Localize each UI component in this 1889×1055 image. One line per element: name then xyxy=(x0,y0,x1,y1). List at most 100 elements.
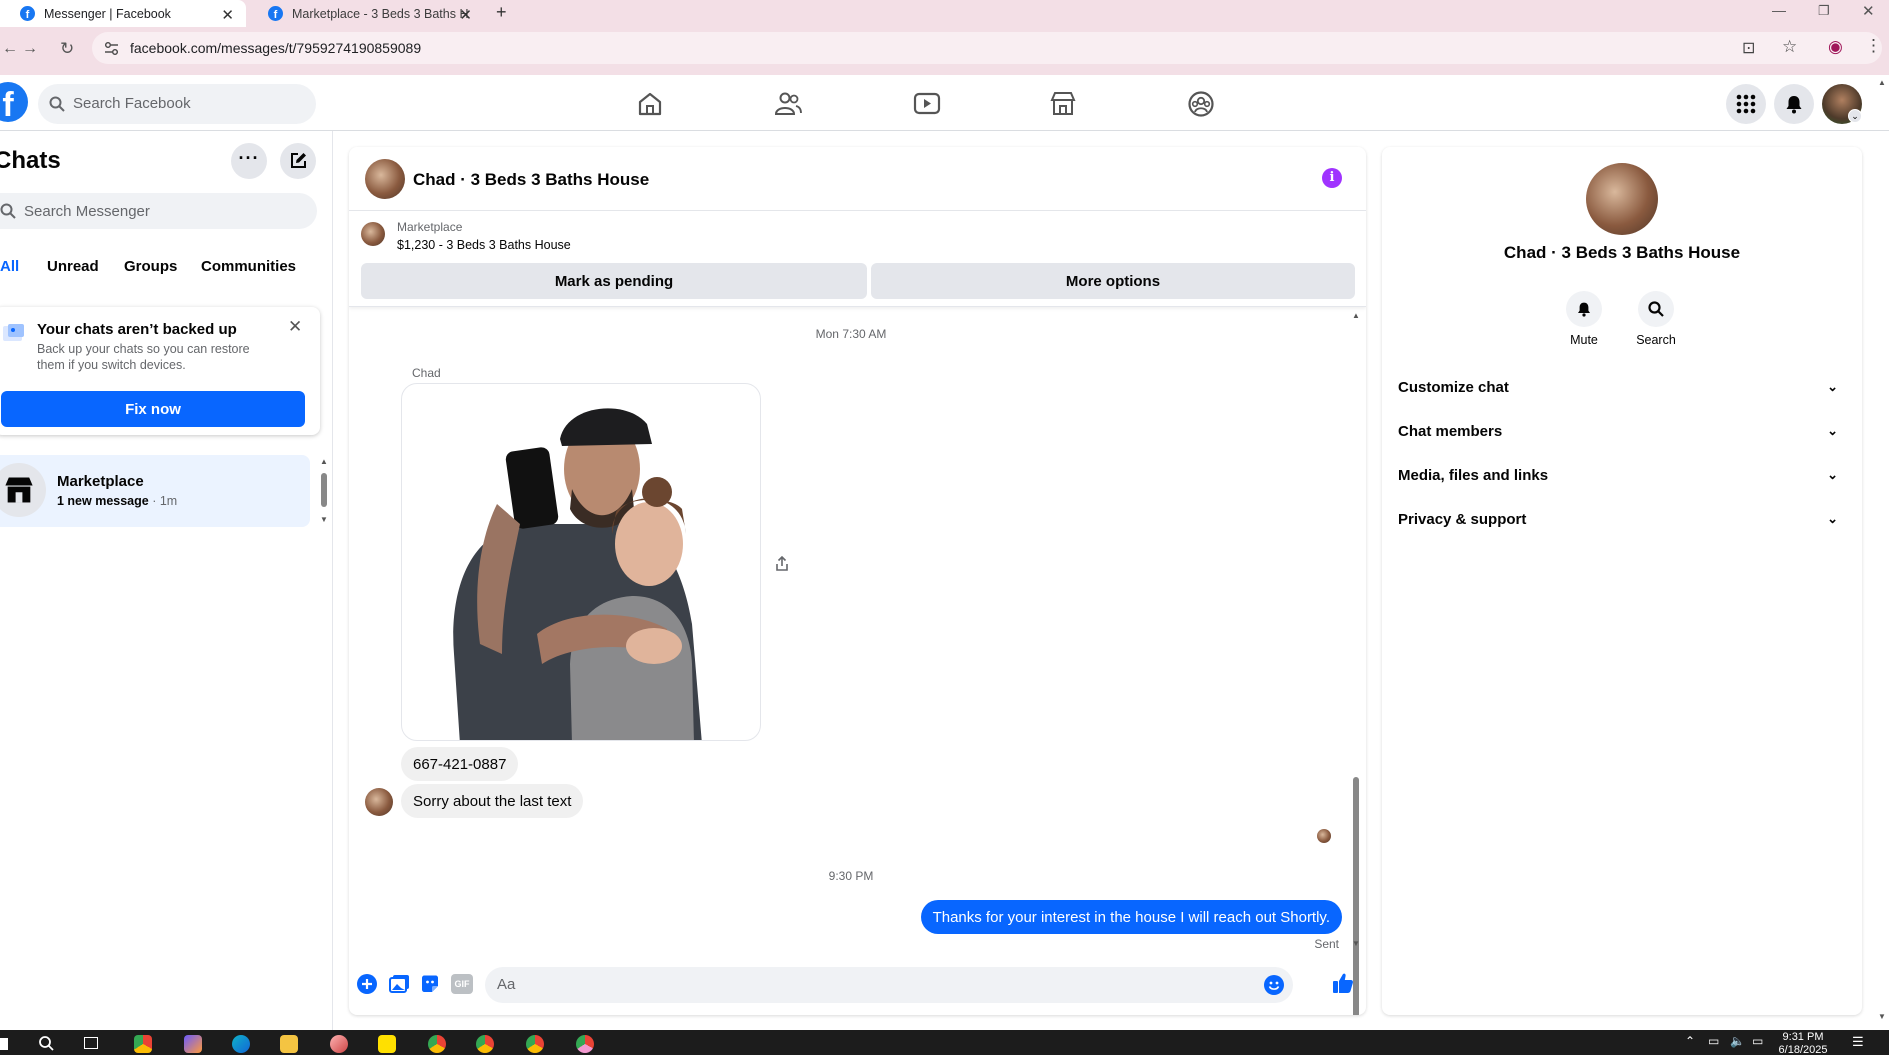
sticky-notes-icon[interactable] xyxy=(378,1035,396,1053)
chrome-taskbar-icon[interactable] xyxy=(526,1035,544,1053)
fix-now-button[interactable]: Fix now xyxy=(1,391,305,427)
filter-communities[interactable]: Communities xyxy=(201,258,296,275)
file-explorer-icon[interactable] xyxy=(280,1035,298,1053)
message-bubble-incoming[interactable]: Sorry about the last text xyxy=(401,784,584,818)
home-icon[interactable] xyxy=(635,89,665,119)
facebook-logo[interactable]: f xyxy=(0,82,28,122)
close-icon[interactable]: ✕ xyxy=(288,317,302,337)
video-icon[interactable] xyxy=(912,89,942,119)
tray-overflow-icon[interactable]: ⌃ xyxy=(1685,1034,1695,1048)
sidebar-scrollbar[interactable]: ▲ ▼ xyxy=(320,457,328,527)
close-tab-icon[interactable]: ✕ xyxy=(459,6,472,24)
message-placeholder: Aa xyxy=(497,976,516,993)
chevron-down-icon[interactable]: ⌄ xyxy=(1848,109,1862,123)
network-icon[interactable]: ▭ xyxy=(1752,1034,1763,1048)
section-label: Privacy & support xyxy=(1398,510,1527,528)
notification-center-icon[interactable]: ☰ xyxy=(1852,1034,1864,1050)
meet-icon[interactable]: ▭ xyxy=(1708,1034,1719,1048)
section-label: Chat members xyxy=(1398,422,1503,440)
message-status: Sent xyxy=(1314,937,1339,951)
taskbar-date[interactable]: 6/18/2025 xyxy=(1770,1045,1836,1055)
browser-menu-icon[interactable]: ⋮ xyxy=(1865,36,1882,56)
close-window-icon[interactable]: ✕ xyxy=(1862,2,1875,20)
listing-details[interactable]: $1,230 - 3 Beds 3 Baths House xyxy=(397,238,571,252)
info-icon[interactable]: i xyxy=(1322,168,1342,188)
back-icon[interactable]: ← xyxy=(2,40,18,58)
sender-avatar[interactable] xyxy=(365,788,393,816)
task-view-icon[interactable] xyxy=(84,1037,98,1049)
filter-all[interactable]: All xyxy=(0,258,19,275)
start-icon[interactable] xyxy=(0,1038,8,1050)
search-icon[interactable] xyxy=(38,1035,54,1051)
search-placeholder: Search Messenger xyxy=(24,203,150,220)
listing-thumbnail[interactable] xyxy=(361,222,385,246)
chrome-taskbar-icon[interactable] xyxy=(134,1035,152,1053)
url-text: facebook.com/messages/t/7959274190859089 xyxy=(130,40,422,56)
minimize-icon[interactable]: — xyxy=(1772,2,1786,18)
plus-icon[interactable] xyxy=(357,974,377,994)
backup-icon xyxy=(3,324,24,341)
profile-icon[interactable]: ◉ xyxy=(1828,37,1843,57)
message-bubble-incoming[interactable]: 667-421-0887 xyxy=(401,747,519,781)
forward-icon[interactable]: → xyxy=(22,40,38,58)
friends-icon[interactable] xyxy=(773,89,803,119)
reload-icon[interactable]: ↻ xyxy=(60,39,74,59)
search-conversation-button[interactable] xyxy=(1638,291,1674,327)
marketplace-icon[interactable] xyxy=(1048,89,1078,119)
new-message-button[interactable] xyxy=(280,143,316,179)
install-app-icon[interactable]: ⊡ xyxy=(1742,38,1755,58)
copilot-taskbar-icon[interactable] xyxy=(184,1035,202,1053)
restore-icon[interactable]: ❐ xyxy=(1818,3,1830,19)
facebook-search-input[interactable]: Search Facebook xyxy=(38,84,316,124)
photo-image xyxy=(453,408,702,740)
more-options-button[interactable]: More options xyxy=(871,263,1355,299)
site-info-icon[interactable] xyxy=(104,41,119,56)
mute-button[interactable] xyxy=(1566,291,1602,327)
filter-groups[interactable]: Groups xyxy=(124,258,177,275)
new-tab-button[interactable]: + xyxy=(496,2,507,23)
bell-icon xyxy=(1786,96,1802,114)
mark-pending-button[interactable]: Mark as pending xyxy=(361,263,867,299)
marketplace-listing-banner: Marketplace $1,230 - 3 Beds 3 Baths Hous… xyxy=(349,211,1366,307)
notifications-button[interactable] xyxy=(1774,84,1814,124)
conversation-title[interactable]: Chad · 3 Beds 3 Baths House xyxy=(413,170,649,190)
close-tab-icon[interactable]: ✕ xyxy=(221,6,234,24)
chrome-taskbar-icon[interactable] xyxy=(576,1035,594,1053)
section-privacy-support[interactable]: Privacy & support ⌄ xyxy=(1398,497,1846,541)
facebook-favicon-icon: f xyxy=(268,6,283,21)
conversation-scrollbar[interactable]: ▲ ▼ xyxy=(1351,311,1361,1015)
filter-unread[interactable]: Unread xyxy=(47,258,99,275)
emoji-icon[interactable] xyxy=(1264,975,1284,995)
app-taskbar-icon[interactable] xyxy=(330,1035,348,1053)
sticker-icon[interactable] xyxy=(420,974,440,994)
section-media-files-links[interactable]: Media, files and links ⌄ xyxy=(1398,453,1846,497)
share-icon[interactable] xyxy=(775,556,789,572)
gif-button[interactable]: GIF xyxy=(451,974,473,994)
message-bubble-outgoing[interactable]: Thanks for your interest in the house I … xyxy=(920,900,1342,934)
browser-tab-bar: f Messenger | Facebook ✕ f Marketplace -… xyxy=(0,0,1889,27)
message-composer: GIF Aa xyxy=(349,959,1366,1015)
chrome-taskbar-icon[interactable] xyxy=(476,1035,494,1053)
message-input[interactable]: Aa xyxy=(485,967,1293,1003)
messenger-search-input[interactable]: Search Messenger xyxy=(0,193,317,229)
taskbar-clock[interactable]: 9:31 PM xyxy=(1770,1031,1836,1043)
tab-marketplace[interactable]: f Marketplace - 3 Beds 3 Baths H ✕ xyxy=(252,0,492,27)
shared-photo[interactable] xyxy=(401,383,761,741)
page-scrollbar[interactable]: ▲ ▼ xyxy=(1876,78,1889,1028)
tab-messenger[interactable]: f Messenger | Facebook ✕ xyxy=(0,0,246,27)
volume-icon[interactable]: 🔈 xyxy=(1730,1034,1745,1048)
thumbs-up-icon[interactable] xyxy=(1332,972,1354,994)
menu-button[interactable] xyxy=(1726,84,1766,124)
photo-attach-icon[interactable] xyxy=(389,974,410,994)
section-chat-members[interactable]: Chat members ⌄ xyxy=(1398,409,1846,453)
groups-icon[interactable] xyxy=(1186,89,1216,119)
chat-options-button[interactable]: ··· xyxy=(231,143,267,179)
chrome-taskbar-icon[interactable] xyxy=(428,1035,446,1053)
conversation-marketplace[interactable]: Marketplace 1 new message · 1m xyxy=(0,455,310,527)
contact-avatar-large[interactable] xyxy=(1586,163,1658,235)
bookmark-star-icon[interactable]: ☆ xyxy=(1782,37,1797,57)
contact-avatar[interactable] xyxy=(365,159,405,199)
edge-taskbar-icon[interactable] xyxy=(232,1035,250,1053)
section-customize-chat[interactable]: Customize chat ⌄ xyxy=(1398,365,1846,409)
address-bar[interactable]: facebook.com/messages/t/7959274190859089… xyxy=(92,32,1882,64)
